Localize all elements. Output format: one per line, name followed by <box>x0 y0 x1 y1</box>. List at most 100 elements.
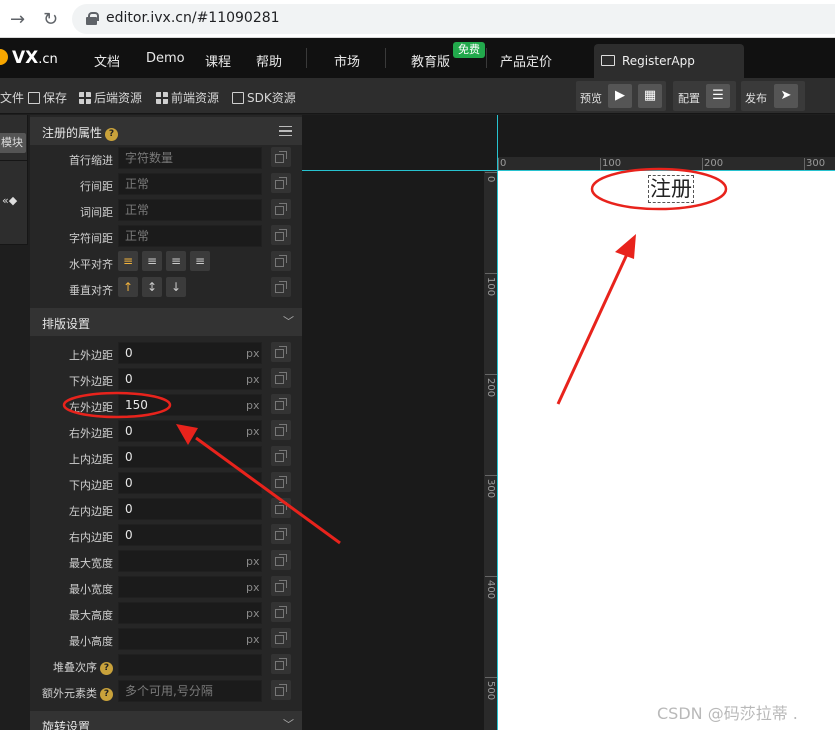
sdk-resources-button[interactable]: SDK资源 <box>232 89 296 106</box>
prop-row-layout: 左内边距 0 <box>30 498 302 522</box>
copy-icon[interactable] <box>271 199 291 219</box>
layout-value-input[interactable] <box>118 628 262 650</box>
copy-icon[interactable] <box>271 420 291 440</box>
letter-spacing-input[interactable]: 正常 <box>118 225 262 247</box>
ruler-tick <box>485 475 497 476</box>
copy-icon[interactable] <box>271 576 291 596</box>
copy-icon[interactable] <box>271 277 291 297</box>
copy-icon[interactable] <box>271 147 291 167</box>
unit-label: px <box>246 581 260 594</box>
layout-value-input[interactable]: 0 <box>118 420 262 442</box>
address-bar[interactable]: editor.ivx.cn/#11090281 <box>72 4 835 34</box>
copy-icon[interactable] <box>271 225 291 245</box>
chevron-down-icon[interactable]: ﹀ <box>283 716 294 730</box>
layout-value-input[interactable]: 0 <box>118 446 262 468</box>
prop-row-layout: 最小宽度 px <box>30 576 302 600</box>
expand-arrows-icon[interactable]: «◆ <box>2 194 17 207</box>
frontend-resources-button[interactable]: 前端资源 <box>156 89 219 106</box>
copy-icon[interactable] <box>271 342 291 362</box>
layout-value-input[interactable]: 0 <box>118 472 262 494</box>
reload-icon[interactable]: ↻ <box>43 9 58 30</box>
layout-value-input[interactable] <box>118 576 262 598</box>
align-left-icon[interactable]: ≡ <box>118 251 138 271</box>
prop-label: 左外边距 <box>69 401 113 414</box>
nav-docs[interactable]: 文档 <box>94 51 120 70</box>
copy-icon[interactable] <box>271 446 291 466</box>
layout-value-input[interactable]: 0 <box>118 368 262 390</box>
back-arrow-icon[interactable]: → <box>10 9 25 30</box>
ruler-tick <box>485 576 497 577</box>
align-justify-icon[interactable]: ≡ <box>190 251 210 271</box>
register-text-element[interactable]: 注册 <box>648 175 694 203</box>
prop-row-zindex: 堆叠次序? <box>30 654 302 678</box>
align-right-icon[interactable]: ≡ <box>166 251 186 271</box>
paper-plane-icon[interactable]: ➤ <box>774 84 798 108</box>
ruler-number: 0 <box>500 158 507 169</box>
first-indent-input[interactable]: 字符数量 <box>118 147 262 169</box>
app-tab[interactable]: RegisterApp <box>594 44 744 78</box>
prop-label: 最大宽度 <box>69 557 113 570</box>
nav-market[interactable]: 市场 <box>334 51 360 70</box>
prop-label: 首行缩进 <box>69 154 113 167</box>
help-icon[interactable]: ? <box>100 662 113 675</box>
copy-icon[interactable] <box>271 394 291 414</box>
zindex-input[interactable] <box>118 654 262 676</box>
unit-label: px <box>246 399 260 412</box>
layout-value-input[interactable] <box>118 550 262 572</box>
copy-icon[interactable] <box>271 550 291 570</box>
copy-icon[interactable] <box>271 368 291 388</box>
line-height-input[interactable]: 正常 <box>118 173 262 195</box>
copy-icon[interactable] <box>271 628 291 648</box>
unit-label: px <box>246 633 260 646</box>
qr-code-icon[interactable]: ▦ <box>638 84 662 108</box>
align-bottom-icon[interactable]: ↓ <box>166 277 186 297</box>
nav-edu[interactable]: 教育版 <box>411 51 450 70</box>
menu-icon[interactable] <box>279 126 292 136</box>
layout-header[interactable]: 排版设置 ﹀ <box>30 308 302 336</box>
nav-demo[interactable]: Demo <box>146 51 185 66</box>
align-center-icon[interactable]: ≡ <box>142 251 162 271</box>
logo[interactable]: VX.cn <box>12 48 58 68</box>
sdk-icon <box>232 92 244 104</box>
layout-value-input[interactable]: 0 <box>118 498 262 520</box>
layout-value-input[interactable]: 0 <box>118 524 262 546</box>
ruler-tick <box>600 158 601 170</box>
layout-value-input[interactable] <box>118 602 262 624</box>
guide-line-vertical <box>497 115 498 730</box>
word-spacing-input[interactable]: 正常 <box>118 199 262 221</box>
prop-label: 上外边距 <box>69 349 113 362</box>
copy-icon[interactable] <box>271 654 291 674</box>
layout-value-input[interactable]: 0 <box>118 342 262 364</box>
align-top-icon[interactable]: ↑ <box>118 277 138 297</box>
nav-pricing[interactable]: 产品定价 <box>500 51 552 70</box>
guide-line-horizontal <box>302 170 835 171</box>
file-menu[interactable]: 文件 <box>0 89 24 106</box>
app-page[interactable] <box>498 171 835 730</box>
copy-icon[interactable] <box>271 498 291 518</box>
prop-label: 最小宽度 <box>69 583 113 596</box>
help-icon[interactable]: ? <box>105 128 119 141</box>
prop-row-layout: 最大高度 px <box>30 602 302 626</box>
copy-icon[interactable] <box>271 602 291 622</box>
backend-resources-button[interactable]: 后端资源 <box>79 89 142 106</box>
sliders-icon[interactable]: ☰ <box>706 84 730 108</box>
nav-courses[interactable]: 课程 <box>205 51 231 70</box>
align-middle-icon[interactable]: ↕ <box>142 277 162 297</box>
module-button[interactable]: 模块 <box>0 133 26 153</box>
lock-icon <box>86 12 99 25</box>
layout-value-input[interactable]: 150 <box>118 394 262 416</box>
copy-icon[interactable] <box>271 173 291 193</box>
copy-icon[interactable] <box>271 524 291 544</box>
copy-icon[interactable] <box>271 251 291 271</box>
prop-row-layout: 左外边距 150 px <box>30 394 302 418</box>
copy-icon[interactable] <box>271 472 291 492</box>
save-button[interactable]: 保存 <box>28 89 67 106</box>
copy-icon[interactable] <box>271 680 291 700</box>
rotate-header[interactable]: 旋转设置 ﹀ <box>30 711 302 730</box>
play-icon[interactable]: ▶ <box>608 84 632 108</box>
nav-help[interactable]: 帮助 <box>256 51 282 70</box>
help-icon[interactable]: ? <box>100 688 113 701</box>
chevron-down-icon[interactable]: ﹀ <box>283 313 294 329</box>
publish-label: 发布 <box>745 92 767 105</box>
extra-class-input[interactable]: 多个可用,号分隔 <box>118 680 262 702</box>
